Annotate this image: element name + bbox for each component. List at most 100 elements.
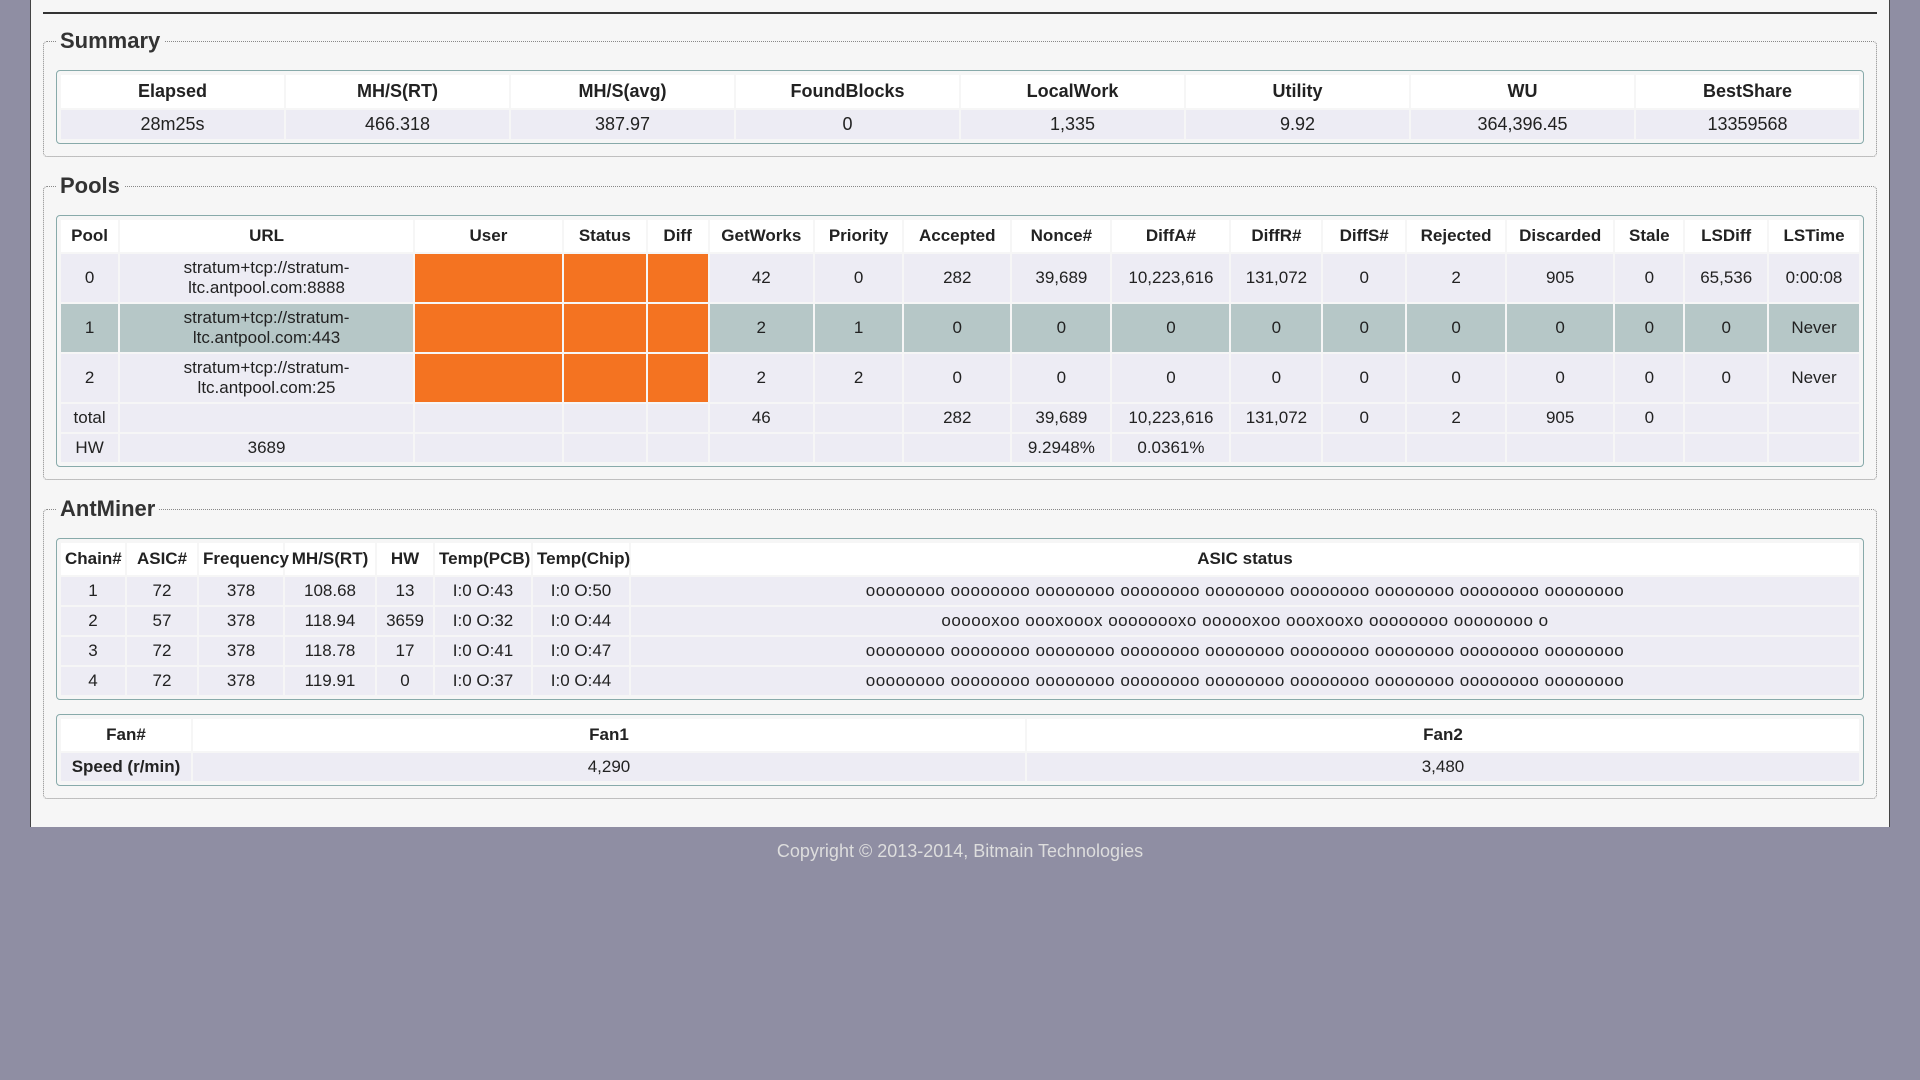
- pool-cell: 10,223,616: [1112, 404, 1229, 432]
- chain-row: 372378118.7817I:0 O:41I:0 O:47oooooooo o…: [61, 637, 1859, 665]
- fan2-speed: 3,480: [1027, 753, 1859, 781]
- pool-cell: [1507, 434, 1613, 462]
- pool-cell: 42: [710, 254, 813, 302]
- pool-cell: [648, 254, 708, 302]
- pools-fieldset: Pools PoolURLUserStatusDiffGetWorksPrior…: [43, 173, 1877, 480]
- asic-status-cell: oooooooo oooooooo oooooooo oooooooo oooo…: [631, 637, 1859, 665]
- pool-row: 2stratum+tcp://stratum-ltc.antpool.com:2…: [61, 354, 1859, 402]
- pool-cell: 2: [710, 354, 813, 402]
- chain-cell: 13: [377, 577, 433, 605]
- pool-cell: [1685, 434, 1767, 462]
- pools-col-pool: Pool: [61, 220, 118, 252]
- antminer-col-asic: ASIC#: [127, 543, 197, 575]
- summary-col-mh/s(rt): MH/S(RT): [286, 75, 509, 108]
- pool-cell: 0: [1615, 304, 1683, 352]
- chain-row: 257378118.943659I:0 O:32I:0 O:44oooooxoo…: [61, 607, 1859, 635]
- antminer-table: Chain#ASIC#FrequencyMH/S(RT)HWTemp(PCB)T…: [59, 541, 1861, 697]
- pool-cell: [1323, 434, 1405, 462]
- pools-col-diff: Diff: [648, 220, 708, 252]
- chain-cell: 3659: [377, 607, 433, 635]
- pool-cell: 2: [1407, 254, 1505, 302]
- chain-cell: 378: [199, 637, 283, 665]
- chain-cell: 118.94: [285, 607, 375, 635]
- pool-cell: 3689: [120, 434, 413, 462]
- antminer-fieldset: AntMiner Chain#ASIC#FrequencyMH/S(RT)HWT…: [43, 496, 1877, 799]
- pool-cell: 0: [1012, 304, 1110, 352]
- top-separator: [43, 0, 1877, 14]
- pool-cell: [815, 404, 902, 432]
- asic-status-cell: oooooxoo oooxooox oooooooxo oooooxoo ooo…: [631, 607, 1859, 635]
- fan1-speed: 4,290: [193, 753, 1025, 781]
- pools-col-user: User: [415, 220, 562, 252]
- pool-cell: [415, 304, 562, 352]
- pools-col-diffr: DiffR#: [1231, 220, 1321, 252]
- pool-row: 1stratum+tcp://stratum-ltc.antpool.com:4…: [61, 304, 1859, 352]
- chain-cell: 108.68: [285, 577, 375, 605]
- summary-legend: Summary: [56, 28, 164, 54]
- pool-cell: [415, 404, 562, 432]
- antminer-col-chain: Chain#: [61, 543, 125, 575]
- pool-cell: 65,536: [1685, 254, 1767, 302]
- pool-cell: 2: [61, 354, 118, 402]
- chain-cell: 17: [377, 637, 433, 665]
- pool-cell: 131,072: [1231, 404, 1321, 432]
- status-page: Summary ElapsedMH/S(RT)MH/S(avg)FoundBlo…: [30, 0, 1890, 827]
- pool-cell: 282: [904, 404, 1010, 432]
- fan-col-fan2: Fan2: [1027, 719, 1859, 751]
- summary-col-elapsed: Elapsed: [61, 75, 284, 108]
- chain-cell: 119.91: [285, 667, 375, 695]
- chain-cell: 1: [61, 577, 125, 605]
- pools-col-lsdiff: LSDiff: [1685, 220, 1767, 252]
- pool-cell: [1615, 434, 1683, 462]
- chain-cell: 2: [61, 607, 125, 635]
- pools-table: PoolURLUserStatusDiffGetWorksPriorityAcc…: [59, 218, 1861, 464]
- chain-cell: 378: [199, 577, 283, 605]
- summary-col-wu: WU: [1411, 75, 1634, 108]
- chain-row: 172378108.6813I:0 O:43I:0 O:50oooooooo o…: [61, 577, 1859, 605]
- pool-cell: 0: [904, 354, 1010, 402]
- summary-cell: 364,396.45: [1411, 110, 1634, 139]
- pool-cell: 10,223,616: [1112, 254, 1229, 302]
- pool-cell: 0: [1407, 354, 1505, 402]
- pool-cell: stratum+tcp://stratum-ltc.antpool.com:44…: [120, 304, 413, 352]
- asic-status-cell: oooooooo oooooooo oooooooo oooooooo oooo…: [631, 577, 1859, 605]
- pool-cell: 905: [1507, 404, 1613, 432]
- pool-cell: 46: [710, 404, 813, 432]
- pool-cell: 0: [1615, 354, 1683, 402]
- pools-col-lstime: LSTime: [1769, 220, 1859, 252]
- fan-col-fan1: Fan1: [193, 719, 1025, 751]
- pool-cell: stratum+tcp://stratum-ltc.antpool.com:25: [120, 354, 413, 402]
- chain-cell: 57: [127, 607, 197, 635]
- pool-cell: 0: [1615, 254, 1683, 302]
- pool-cell: 0: [1112, 354, 1229, 402]
- pool-cell: [1231, 434, 1321, 462]
- pools-col-priority: Priority: [815, 220, 902, 252]
- pool-cell: 0: [61, 254, 118, 302]
- antminer-col-tempchip: Temp(Chip): [533, 543, 629, 575]
- pool-cell: 0: [904, 304, 1010, 352]
- pool-row: 0stratum+tcp://stratum-ltc.antpool.com:8…: [61, 254, 1859, 302]
- pool-cell: total: [61, 404, 118, 432]
- pool-cell: [415, 354, 562, 402]
- pool-cell: 0: [1507, 354, 1613, 402]
- pool-cell: 9.2948%: [1012, 434, 1110, 462]
- summary-fieldset: Summary ElapsedMH/S(RT)MH/S(avg)FoundBlo…: [43, 28, 1877, 157]
- fan-speed-label: Speed (r/min): [61, 753, 191, 781]
- pool-cell: 2: [815, 354, 902, 402]
- chain-cell: I:0 O:41: [435, 637, 531, 665]
- summary-table: ElapsedMH/S(RT)MH/S(avg)FoundBlocksLocal…: [59, 73, 1861, 141]
- antminer-col-frequency: Frequency: [199, 543, 283, 575]
- pool-cell: Never: [1769, 354, 1859, 402]
- pool-cell: Never: [1769, 304, 1859, 352]
- pool-cell: 0: [1685, 354, 1767, 402]
- summary-cell: 387.97: [511, 110, 734, 139]
- pools-col-accepted: Accepted: [904, 220, 1010, 252]
- pool-cell: [120, 404, 413, 432]
- pools-legend: Pools: [56, 173, 124, 199]
- pool-cell: 0: [1507, 304, 1613, 352]
- pool-cell: [1769, 404, 1859, 432]
- pools-col-diffa: DiffA#: [1112, 220, 1229, 252]
- summary-cell: 9.92: [1186, 110, 1409, 139]
- pool-cell: 0:00:08: [1769, 254, 1859, 302]
- chain-cell: I:0 O:32: [435, 607, 531, 635]
